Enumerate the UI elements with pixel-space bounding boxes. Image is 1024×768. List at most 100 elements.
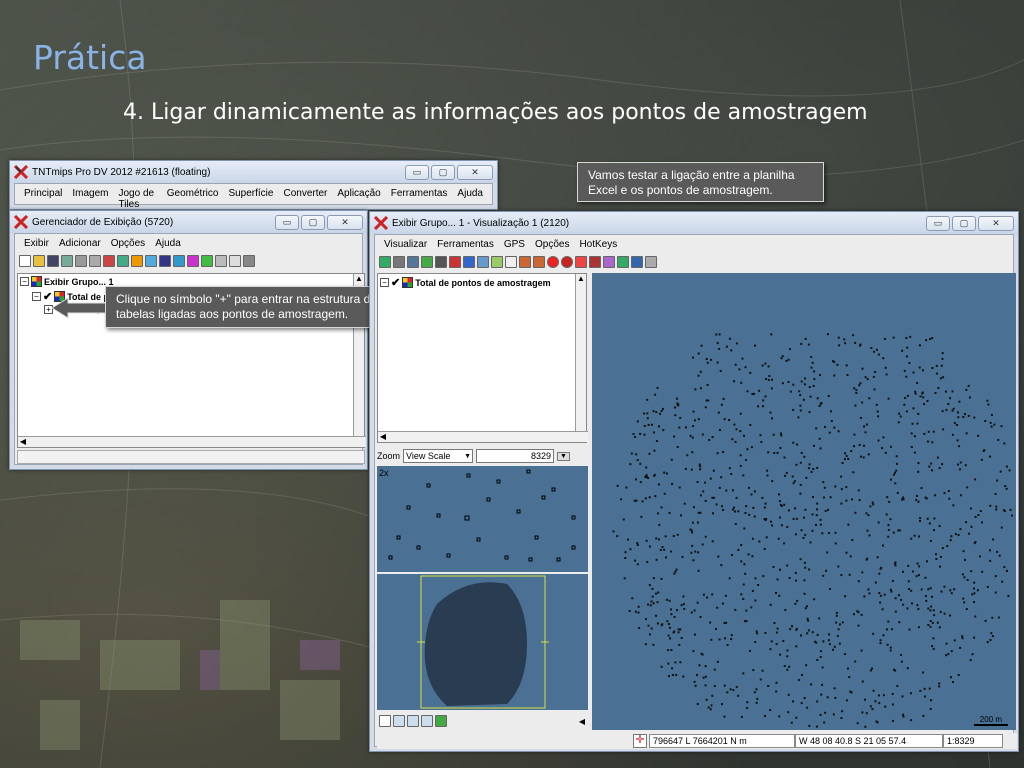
cancel-icon[interactable] <box>561 256 573 268</box>
menu-imagem[interactable]: Imagem <box>67 187 113 211</box>
pointer-icon[interactable] <box>505 256 517 268</box>
menu-geometrico[interactable]: Geométrico <box>162 187 224 211</box>
open-folder-icon[interactable] <box>33 255 45 267</box>
maximize-button[interactable]: ▢ <box>431 164 455 180</box>
menu-principal[interactable]: Principal <box>19 187 67 211</box>
zoom-mode-select[interactable]: View Scale ▼ <box>403 449 474 463</box>
menu-ajuda[interactable]: Ajuda <box>150 237 186 250</box>
menu-opcoes[interactable]: Opções <box>106 237 150 250</box>
add-grid-icon[interactable] <box>187 255 199 267</box>
camera-icon[interactable] <box>435 256 447 268</box>
add-tile-icon[interactable] <box>201 255 213 267</box>
close-button[interactable]: ✕ <box>327 214 363 230</box>
checkmark-icon[interactable]: ✔ <box>391 276 400 289</box>
binoculars-icon[interactable] <box>421 256 433 268</box>
locate-icon[interactable] <box>491 256 503 268</box>
zoom-in-icon[interactable] <box>393 715 405 727</box>
cursor-icon[interactable] <box>589 256 601 268</box>
map-icon[interactable] <box>435 715 447 727</box>
maximize-button[interactable]: ▢ <box>952 215 976 231</box>
sample-point <box>679 661 682 664</box>
menu-hotkeys[interactable]: HotKeys <box>574 238 622 251</box>
sample-point <box>792 383 795 386</box>
menu-gps[interactable]: GPS <box>499 238 530 251</box>
sample-point <box>826 696 829 699</box>
print-icon[interactable] <box>61 255 73 267</box>
add-vector-icon[interactable] <box>117 255 129 267</box>
close-button[interactable]: ✕ <box>457 164 493 180</box>
collapse-icon[interactable]: − <box>20 277 29 286</box>
zoom-box-icon[interactable] <box>407 256 419 268</box>
close-button[interactable]: ✕ <box>978 215 1014 231</box>
legend-hscrollbar[interactable]: ◀ <box>378 431 588 442</box>
measure-icon[interactable] <box>477 256 489 268</box>
settings-icon[interactable] <box>243 255 255 267</box>
sample-point <box>697 551 700 554</box>
add-shape-icon[interactable] <box>173 255 185 267</box>
windows-icon[interactable] <box>631 256 643 268</box>
menu-aplicacao[interactable]: Aplicação <box>332 187 385 211</box>
crosshair-icon[interactable]: ✛ <box>633 734 647 748</box>
forward-icon[interactable] <box>533 256 545 268</box>
group-icon[interactable] <box>89 255 101 267</box>
menu-exibir[interactable]: Exibir <box>19 237 54 250</box>
main-window-titlebar[interactable]: TNTmips Pro DV 2012 #21613 (floating) ▭ … <box>10 161 497 183</box>
add-raster-icon[interactable] <box>131 255 143 267</box>
menu-adicionar[interactable]: Adicionar <box>54 237 106 250</box>
add-layer-icon[interactable] <box>103 255 115 267</box>
minimize-button[interactable]: ▭ <box>275 214 299 230</box>
save-icon[interactable] <box>47 255 59 267</box>
zoom-out-icon[interactable] <box>407 715 419 727</box>
zoom-full-icon[interactable] <box>421 715 433 727</box>
main-map-view[interactable]: 200 m <box>592 273 1016 730</box>
minimize-button[interactable]: ▭ <box>405 164 429 180</box>
view-window-titlebar[interactable]: Exibir Grupo... 1 - Visualização 1 (2120… <box>370 212 1018 234</box>
zoom-icon[interactable] <box>393 256 405 268</box>
zoom-value-field[interactable]: 8329 <box>476 449 555 463</box>
menu-ferramentas[interactable]: Ferramentas <box>386 187 453 211</box>
menu-ajuda[interactable]: Ajuda <box>452 187 488 211</box>
overview-map[interactable] <box>377 574 588 710</box>
measure-icon[interactable] <box>215 255 227 267</box>
collapse-icon[interactable]: − <box>32 292 41 301</box>
menu-ferramentas[interactable]: Ferramentas <box>432 238 499 251</box>
zoom-in-icon[interactable] <box>575 256 587 268</box>
scroll-up-icon[interactable]: ▲ <box>354 274 364 284</box>
maximize-button[interactable]: ▢ <box>301 214 325 230</box>
layer-tree-hscrollbar[interactable]: ◀ <box>18 436 366 447</box>
sample-point <box>676 609 678 612</box>
menu-superficie[interactable]: Superfície <box>223 187 278 211</box>
collapse-icon[interactable]: − <box>380 278 389 287</box>
minimize-button[interactable]: ▭ <box>926 215 950 231</box>
back-icon[interactable] <box>519 256 531 268</box>
sample-point <box>730 634 733 637</box>
list-icon[interactable] <box>379 715 391 727</box>
zoom-detail-map[interactable]: 2x <box>377 466 588 572</box>
table-icon[interactable] <box>229 255 241 267</box>
menu-visualizar[interactable]: Visualizar <box>379 238 432 251</box>
edit-icon[interactable] <box>603 256 615 268</box>
menu-converter[interactable]: Converter <box>278 187 332 211</box>
chevron-down-icon[interactable]: ▼ <box>557 451 570 461</box>
add-tin-icon[interactable] <box>159 255 171 267</box>
display-manager-titlebar[interactable]: Gerenciador de Exibição (5720) ▭ ▢ ✕ <box>10 211 367 233</box>
redraw-icon[interactable] <box>379 256 391 268</box>
menu-jogo-de-tiles[interactable]: Jogo de Tiles <box>113 187 161 211</box>
add-layer-icon[interactable] <box>449 256 461 268</box>
scroll-left-icon[interactable]: ◀ <box>378 432 388 442</box>
sample-point <box>857 580 860 583</box>
scroll-left-icon[interactable]: ◀ <box>18 437 28 447</box>
select-icon[interactable] <box>463 256 475 268</box>
add-cad-icon[interactable] <box>145 255 157 267</box>
image-icon[interactable] <box>617 256 629 268</box>
tree-row-group[interactable]: − Exibir Grupo... 1 <box>20 276 114 287</box>
menu-opcoes[interactable]: Opções <box>530 238 574 251</box>
layer-icon[interactable] <box>75 255 87 267</box>
legend-vscrollbar[interactable]: ▲ <box>575 274 586 431</box>
new-icon[interactable] <box>19 255 31 267</box>
collapse-left-icon[interactable]: ◀ <box>579 717 585 726</box>
stop-icon[interactable] <box>547 256 559 268</box>
gps-icon[interactable] <box>645 256 657 268</box>
legend-layer-row[interactable]: − ✔ Total de pontos de amostragem <box>380 276 551 289</box>
scroll-up-icon[interactable]: ▲ <box>576 274 586 284</box>
